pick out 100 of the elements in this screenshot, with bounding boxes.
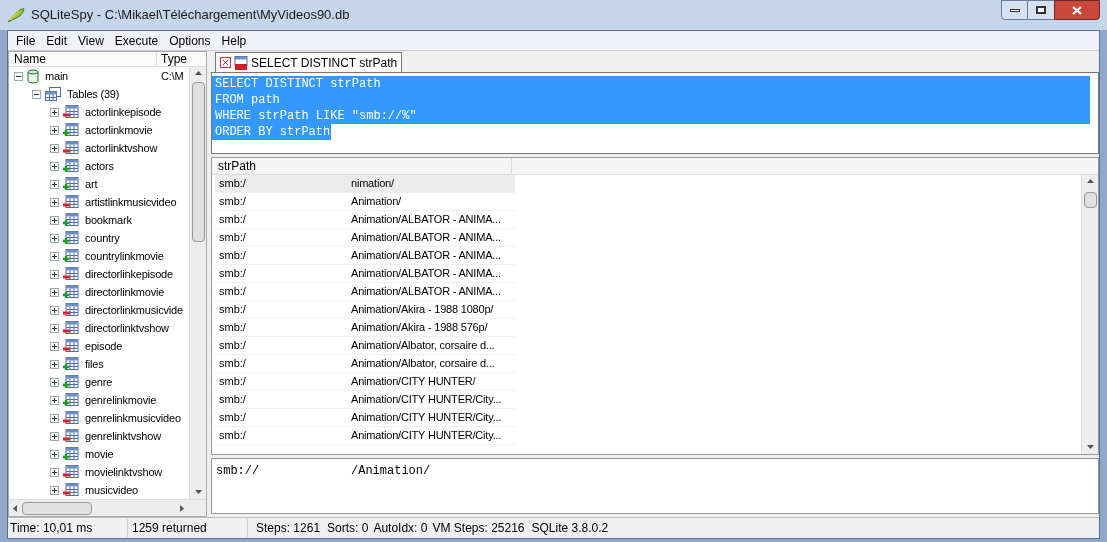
status-stat: SQLite 3.8.0.2 bbox=[531, 520, 609, 537]
tree-item[interactable]: genrelinktvshow bbox=[85, 427, 161, 445]
tree-item[interactable]: movie bbox=[85, 445, 114, 463]
tree-item[interactable]: art bbox=[85, 175, 98, 193]
tree-item[interactable]: country bbox=[85, 229, 120, 247]
expand-icon[interactable] bbox=[50, 395, 59, 405]
tree-item[interactable]: files bbox=[85, 355, 104, 373]
tree-item[interactable]: genrelinkmovie bbox=[85, 391, 157, 409]
table-plus-icon bbox=[63, 285, 79, 299]
table-minus-icon bbox=[63, 465, 79, 479]
expand-icon[interactable] bbox=[50, 107, 59, 117]
tree-item[interactable]: movielinktvshow bbox=[85, 463, 163, 481]
expand-icon[interactable] bbox=[50, 287, 59, 297]
detail-field[interactable]: smb:// /Animation/ bbox=[211, 458, 1099, 514]
tree-item[interactable]: actorlinkmovie bbox=[85, 121, 153, 139]
expand-icon[interactable] bbox=[50, 485, 59, 495]
tree-item[interactable]: artistlinkmusicvideo bbox=[85, 193, 177, 211]
table-cell-text: Animation/Albator, corsaire d... bbox=[351, 338, 495, 354]
tree-item[interactable]: Tables (39) bbox=[67, 85, 120, 103]
table-cell-text: Animation/CITY HUNTER/City... bbox=[351, 392, 502, 408]
scroll-left-icon[interactable] bbox=[11, 503, 20, 513]
tree-item[interactable]: bookmark bbox=[85, 211, 132, 229]
collapse-icon[interactable] bbox=[32, 89, 41, 99]
close-button[interactable] bbox=[1054, 0, 1100, 20]
scroll-thumb[interactable] bbox=[22, 501, 92, 515]
menu-item[interactable]: View bbox=[73, 31, 109, 50]
menu-item[interactable]: Execute bbox=[109, 31, 164, 50]
result-row[interactable]: smb:/ nimation/ bbox=[215, 175, 515, 193]
status-stat: AutoIdx: 0 bbox=[373, 520, 428, 537]
tree-item[interactable]: directorlinktvshow bbox=[85, 319, 169, 337]
expand-icon[interactable] bbox=[50, 179, 59, 189]
table-minus-icon bbox=[63, 141, 79, 155]
tree-item[interactable]: musicvideo bbox=[85, 481, 139, 499]
status-stat: Sorts: 0 bbox=[327, 520, 369, 537]
query-tab[interactable]: SELECT DISTINCT strPath bbox=[215, 52, 403, 72]
expand-icon[interactable] bbox=[50, 305, 59, 315]
minimize-button[interactable] bbox=[1001, 0, 1028, 20]
tree-item[interactable]: directorlinkmovie bbox=[85, 283, 165, 301]
tree-item[interactable]: directorlinkepisode bbox=[85, 265, 173, 283]
expand-icon[interactable] bbox=[50, 449, 59, 459]
scroll-up-icon[interactable] bbox=[193, 69, 203, 78]
tree-item[interactable]: genrelinkmusicvideo bbox=[85, 409, 181, 427]
menu-item[interactable]: File bbox=[11, 31, 41, 50]
collapse-icon[interactable] bbox=[14, 71, 23, 81]
status-stat: VM Steps: 25216 bbox=[432, 520, 525, 537]
window-title: SQLiteSpy - C:\Mikael\Téléchargement\MyVideos90.db bbox=[31, 6, 350, 25]
column-header[interactable]: Type bbox=[157, 52, 187, 66]
expand-icon[interactable] bbox=[50, 233, 59, 243]
menu-item[interactable]: Edit bbox=[41, 31, 73, 50]
menu-item[interactable]: Options bbox=[164, 31, 216, 50]
expand-icon[interactable] bbox=[50, 197, 59, 207]
table-cell-text: Animation/CITY HUNTER/City... bbox=[351, 428, 502, 444]
vertical-scrollbar[interactable] bbox=[189, 67, 206, 499]
scroll-up-icon[interactable] bbox=[1085, 177, 1095, 186]
tree-item[interactable]: episode bbox=[85, 337, 123, 355]
expand-icon[interactable] bbox=[50, 143, 59, 153]
tree-item[interactable]: actors bbox=[85, 157, 114, 175]
expand-icon[interactable] bbox=[50, 125, 59, 135]
scroll-thumb[interactable] bbox=[191, 82, 205, 242]
close-icon[interactable] bbox=[1072, 5, 1082, 15]
tree-item[interactable]: genre bbox=[85, 373, 113, 391]
table-plus-icon bbox=[63, 213, 79, 227]
table-plus-icon bbox=[63, 249, 79, 263]
close-tab-icon[interactable] bbox=[220, 57, 231, 68]
maximize-button[interactable] bbox=[1028, 0, 1054, 20]
expand-icon[interactable] bbox=[50, 251, 59, 261]
expand-icon[interactable] bbox=[50, 341, 59, 351]
expand-icon[interactable] bbox=[50, 323, 59, 333]
vertical-scrollbar[interactable] bbox=[1081, 175, 1098, 454]
table-minus-icon bbox=[63, 195, 79, 209]
expand-icon[interactable] bbox=[50, 431, 59, 441]
scroll-down-icon[interactable] bbox=[193, 488, 203, 497]
tree-item[interactable]: actorlinktvshow bbox=[85, 139, 158, 157]
expand-icon[interactable] bbox=[50, 359, 59, 369]
menu-item[interactable]: Help bbox=[216, 31, 252, 50]
table-cell-text: smb:/ bbox=[218, 284, 247, 300]
table-plus-icon bbox=[63, 447, 79, 461]
status-stat: Steps: 1261 bbox=[256, 520, 321, 537]
expand-icon[interactable] bbox=[50, 161, 59, 171]
scroll-down-icon[interactable] bbox=[1085, 443, 1095, 452]
expand-icon[interactable] bbox=[50, 377, 59, 387]
table-plus-icon bbox=[63, 177, 79, 191]
tree-item[interactable]: directorlinkmusicvide bbox=[85, 301, 183, 319]
tree-item[interactable]: actorlinkepisode bbox=[85, 103, 162, 121]
table-cell-text: smb:/ bbox=[218, 374, 247, 390]
tree-item[interactable]: main bbox=[45, 67, 69, 85]
table-minus-icon bbox=[63, 105, 79, 119]
expand-icon[interactable] bbox=[50, 215, 59, 225]
expand-icon[interactable] bbox=[50, 269, 59, 279]
expand-icon[interactable] bbox=[50, 413, 59, 423]
table-cell-text: Animation/ bbox=[351, 194, 401, 210]
tree-item[interactable]: countrylinkmovie bbox=[85, 247, 164, 265]
column-header[interactable]: Name bbox=[9, 52, 157, 66]
expand-icon[interactable] bbox=[50, 467, 59, 477]
scroll-right-icon[interactable] bbox=[178, 503, 187, 513]
table-plus-icon bbox=[63, 123, 79, 137]
horizontal-scrollbar[interactable] bbox=[9, 499, 206, 516]
table-cell-text: Animation/Albator, corsaire d... bbox=[351, 356, 495, 372]
table-cell-text: smb:/ bbox=[218, 176, 247, 192]
scroll-thumb[interactable] bbox=[1083, 192, 1097, 208]
